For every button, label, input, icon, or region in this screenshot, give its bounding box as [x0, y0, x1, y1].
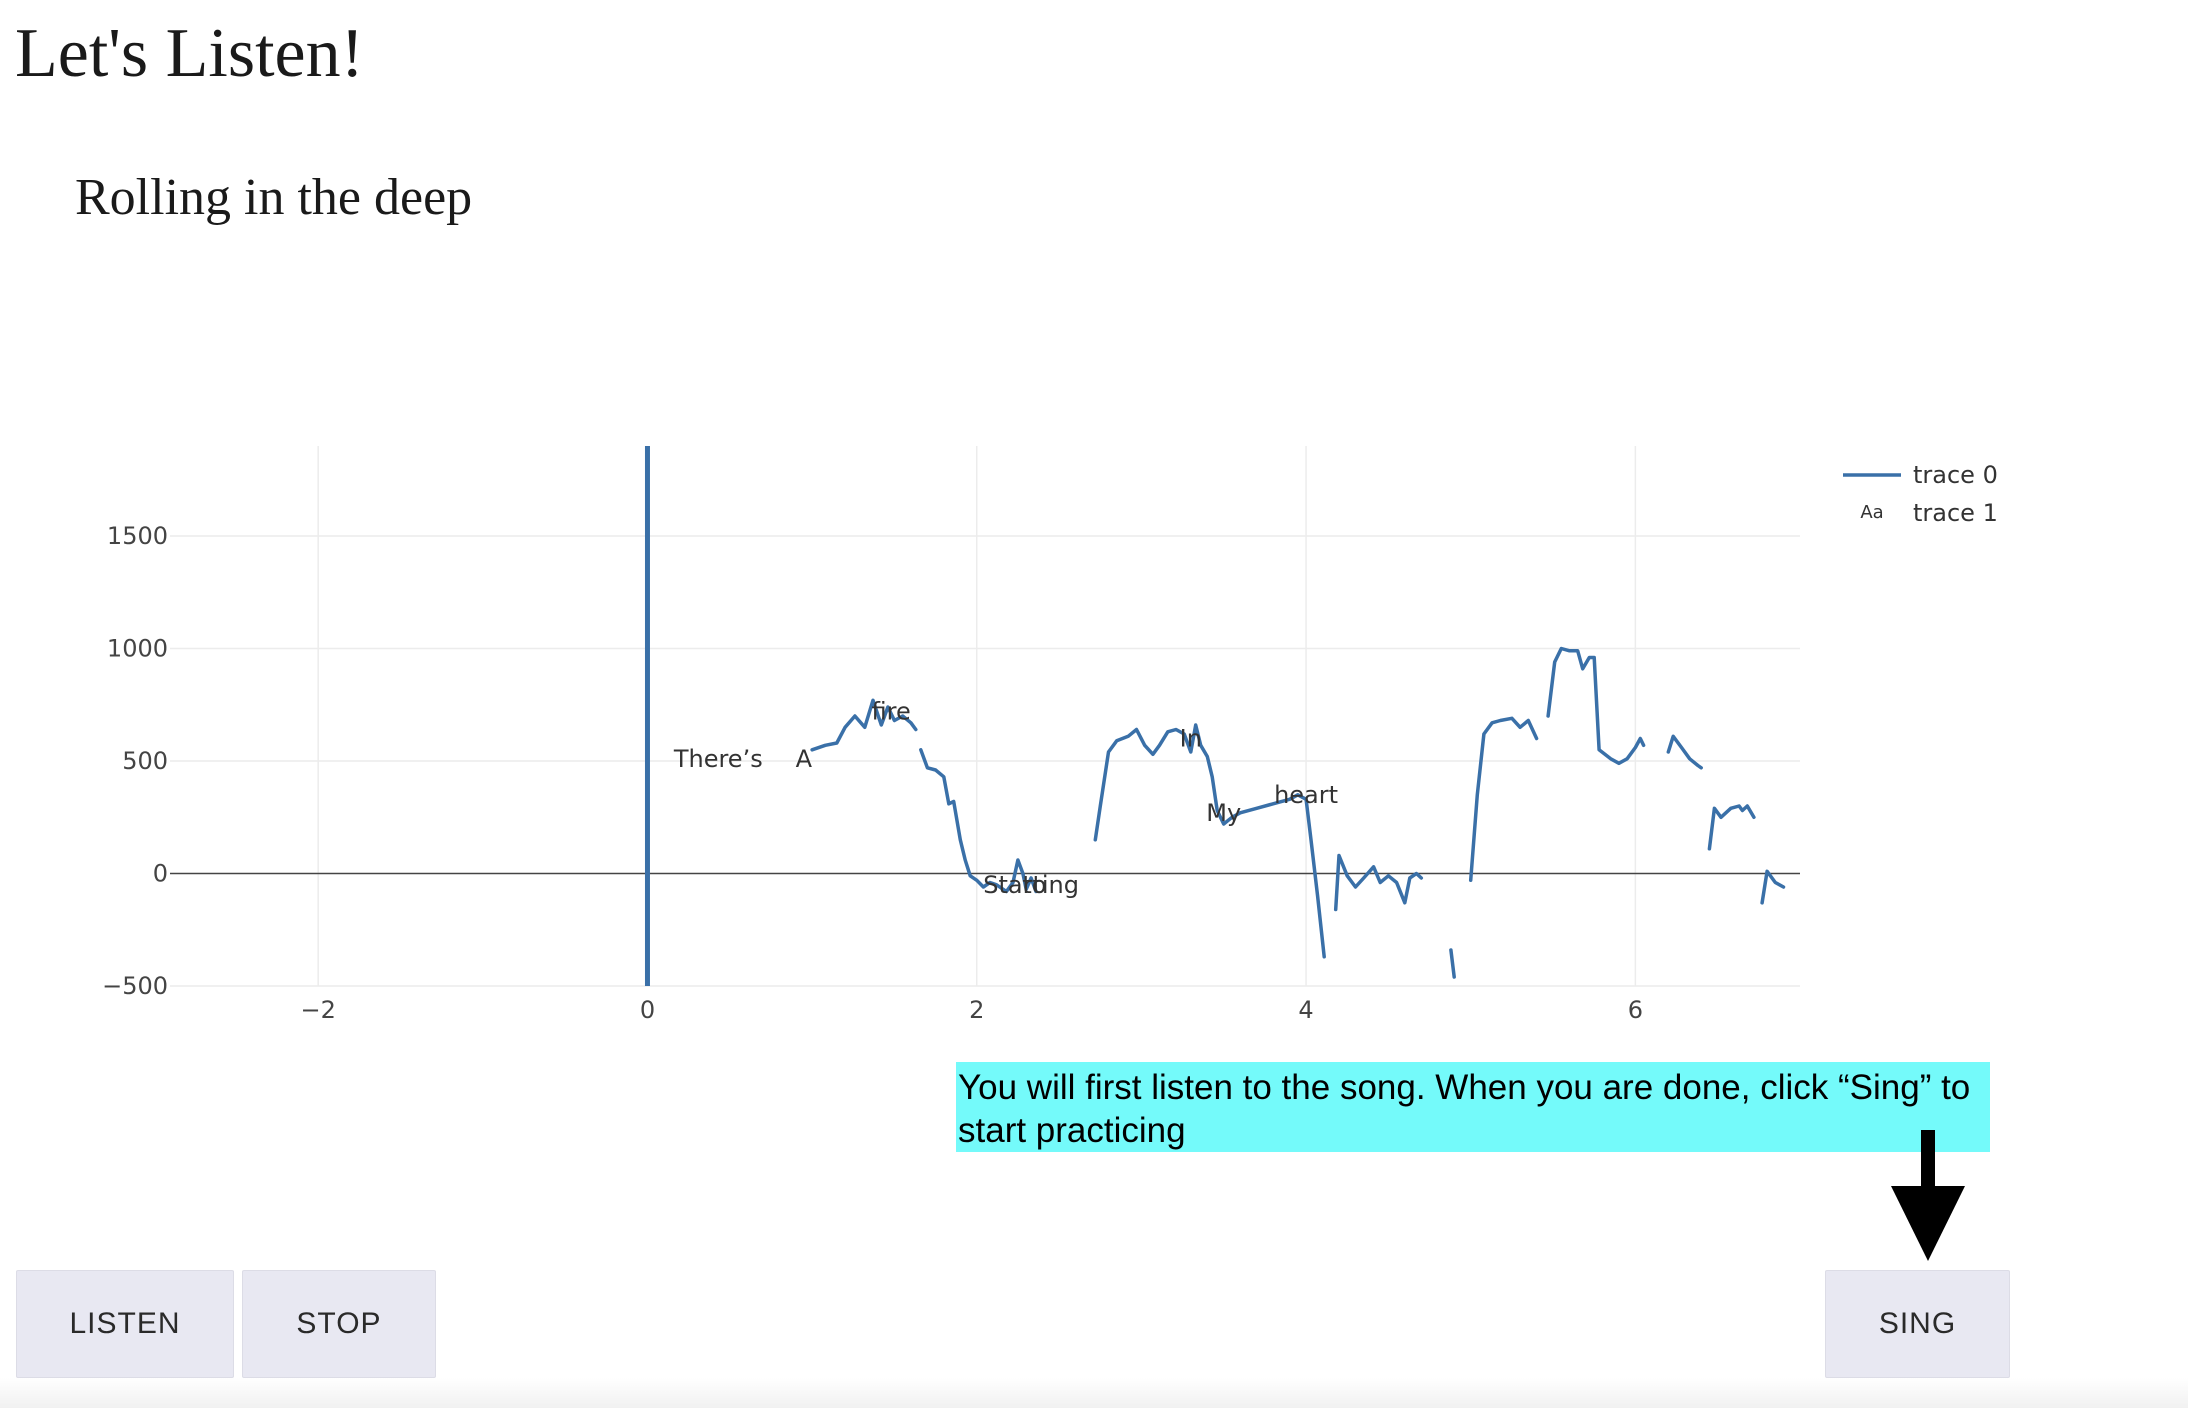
y-tick-label: −500 — [102, 972, 168, 1000]
legend-label: trace 0 — [1913, 461, 1998, 489]
down-arrow-icon — [1891, 1130, 1965, 1261]
pitch-trace-segment — [1760, 869, 1786, 905]
pitch-trace-segment — [1333, 853, 1424, 912]
pitch-trace-segment — [1468, 716, 1539, 883]
chart-axes: −2 0 2 4 6 −500 0 500 1000 1500 — [102, 522, 1800, 1020]
lyric-word-label: A — [796, 745, 813, 773]
legend-label: trace 1 — [1913, 499, 1998, 527]
pitch-trace-segment — [1093, 723, 1326, 959]
page-title: Let's Listen! — [15, 15, 364, 92]
pitch-trace-segment — [1666, 734, 1703, 770]
pitch-trace-segment — [1707, 804, 1756, 851]
legend-text-swatch: Aa — [1860, 502, 1883, 523]
chart-traces — [644, 446, 1786, 986]
chart-grid — [170, 446, 1800, 987]
y-tick-label: 0 — [153, 860, 168, 888]
pitch-chart: −2 0 2 4 6 −500 0 500 1000 1500 There’s Afire In My h… — [102, 446, 1998, 1020]
chart-word-labels: There’s AfireInMyheartStartingto — [673, 698, 1338, 899]
lyric-word-label: In — [1180, 725, 1202, 753]
lyric-word-label: heart — [1274, 781, 1338, 809]
lyric-word-label: There’s — [673, 745, 763, 773]
y-tick-label: 1500 — [107, 522, 168, 550]
sing-button[interactable]: SING — [1825, 1270, 2010, 1378]
x-tick-label: 4 — [1298, 996, 1313, 1020]
instruction-message: You will first listen to the song. When … — [956, 1062, 1990, 1152]
x-tick-label: 6 — [1628, 996, 1643, 1020]
pitch-trace-segment — [1546, 646, 1646, 766]
lyric-word-label: My — [1206, 799, 1241, 827]
song-title: Rolling in the deep — [75, 169, 473, 226]
x-tick-label: 0 — [640, 996, 655, 1020]
bottom-edge — [0, 1378, 2188, 1408]
lyric-word-label: to — [1022, 871, 1046, 899]
chart-legend: trace 0 Aa trace 1 — [1843, 461, 1998, 527]
stop-button[interactable]: STOP — [242, 1270, 436, 1378]
pitch-trace-segment — [1449, 948, 1456, 979]
listen-button[interactable]: LISTEN — [16, 1270, 234, 1378]
y-tick-label: 500 — [122, 747, 168, 775]
x-tick-label: −2 — [300, 996, 335, 1020]
lyric-word-label: fire — [872, 698, 911, 726]
y-tick-label: 1000 — [107, 635, 168, 663]
x-tick-label: 2 — [969, 996, 984, 1020]
